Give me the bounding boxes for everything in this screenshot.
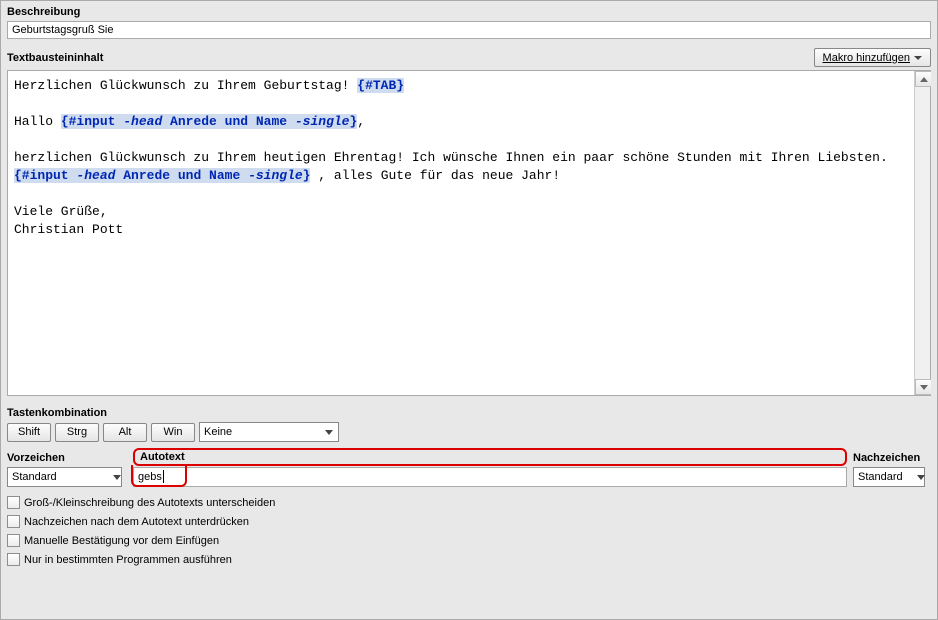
scroll-down-button[interactable] [915,379,931,395]
shift-key-button[interactable]: Shift [7,423,51,442]
autotext-input[interactable] [133,467,847,487]
prefix-select-wrap: Standard [7,467,127,487]
content-editor-container: Herzlichen Glückwunsch zu Ihrem Geburtst… [7,70,931,396]
triangle-down-icon [920,385,928,390]
manual-confirm-label: Manuelle Bestätigung vor dem Einfügen [24,535,219,547]
add-macro-label: Makro hinzufügen [823,52,910,64]
hotkey-label: Tastenkombination [1,402,937,422]
description-input[interactable] [7,21,931,39]
prefix-label: Vorzeichen [7,452,127,467]
autotext-label: Autotext [133,448,847,466]
suffix-select[interactable]: Standard [853,467,925,487]
hotkey-select-wrap: Keine [199,422,339,442]
case-sensitive-label: Groß-/Kleinschreibung des Autotexts unte… [24,497,275,509]
ctrl-key-button[interactable]: Strg [55,423,99,442]
only-programs-label: Nur in bestimmten Programmen ausführen [24,554,232,566]
content-editor[interactable]: Herzlichen Glückwunsch zu Ihrem Geburtst… [8,71,914,395]
suffix-label: Nachzeichen [853,452,931,467]
triangle-up-icon [920,77,928,82]
description-label: Beschreibung [1,1,937,21]
content-label: Textbausteininhalt [7,52,103,64]
manual-confirm-checkbox[interactable] [7,534,20,547]
only-programs-checkbox[interactable] [7,553,20,566]
suppress-suffix-checkbox[interactable] [7,515,20,528]
scrollbar-vertical[interactable] [914,71,930,395]
scroll-up-button[interactable] [915,71,931,87]
prefix-select[interactable]: Standard [7,467,122,487]
suffix-select-wrap: Standard [853,467,931,487]
add-macro-button[interactable]: Makro hinzufügen [814,48,931,67]
chevron-down-icon [914,56,922,60]
alt-key-button[interactable]: Alt [103,423,147,442]
win-key-button[interactable]: Win [151,423,195,442]
case-sensitive-checkbox[interactable] [7,496,20,509]
suppress-suffix-label: Nachzeichen nach dem Autotext unterdrück… [24,516,249,528]
hotkey-select[interactable]: Keine [199,422,339,442]
